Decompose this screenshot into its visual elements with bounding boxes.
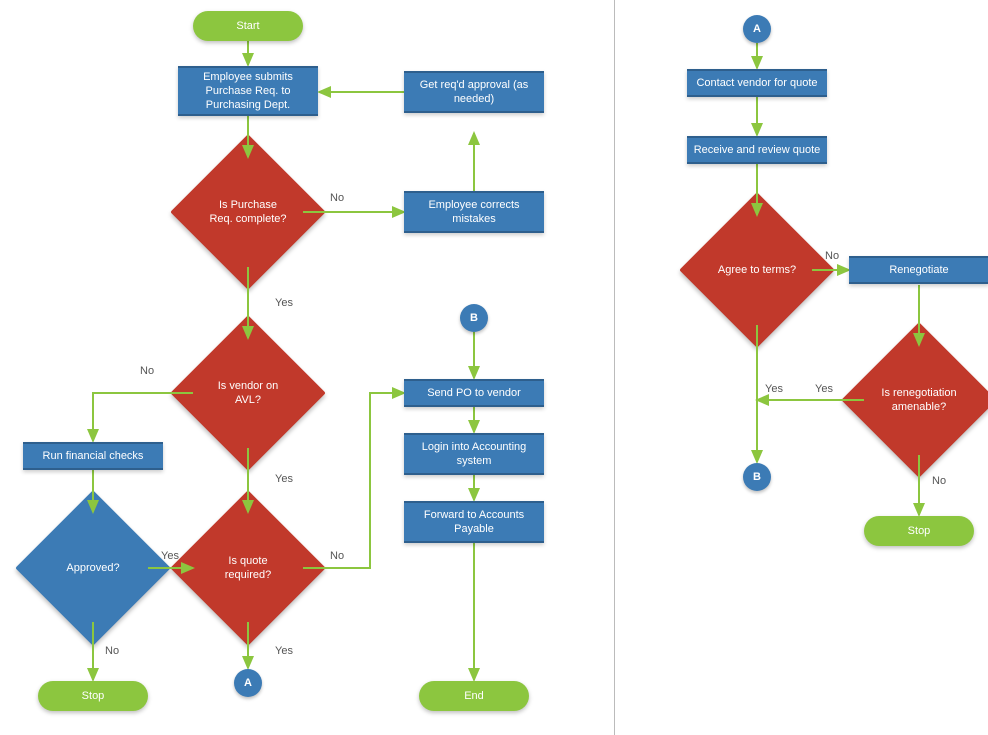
avl-decision: Is vendor on AVL? [193,338,303,448]
label: Contact vendor for quote [696,76,817,90]
stop2-terminator: Stop [864,516,974,546]
label: Receive and review quote [694,143,821,157]
label: B [470,311,478,325]
corrects-process: Employee corrects mistakes [404,191,544,233]
amenable-decision: Is renegotiation amenable? [864,345,974,455]
label: Stop [908,524,931,538]
label: Send PO to vendor [427,386,521,400]
reneg-process: Renegotiate [849,256,988,284]
label: Forward to Accounts Payable [408,508,540,537]
end-terminator: End [419,681,529,711]
agree-decision: Agree to terms? [702,215,812,325]
edge-label-no: No [105,645,119,657]
label: Get req'd approval (as needed) [408,78,540,107]
label: Start [236,19,259,33]
connector-b-out: B [743,463,771,491]
edge-label-yes: Yes [275,297,293,309]
label: Is quote required? [208,554,288,583]
label: B [753,470,761,484]
edge-label-no: No [932,475,946,487]
label: Stop [82,689,105,703]
label: Renegotiate [889,263,948,277]
edge-label-yes: Yes [275,473,293,485]
edge-label-yes: Yes [161,550,179,562]
submit-process: Employee submits Purchase Req. to Purcha… [178,66,318,116]
label: A [244,676,252,690]
complete-decision: Is Purchase Req. complete? [193,157,303,267]
edge-label-yes: Yes [275,645,293,657]
label: Employee corrects mistakes [408,198,540,227]
edge-label-no: No [330,192,344,204]
connector-a-in: A [743,15,771,43]
getapproval-process: Get req'd approval (as needed) [404,71,544,113]
financial-process: Run financial checks [23,442,163,470]
label: Login into Accounting system [408,440,540,469]
pane-divider [614,0,615,735]
label: Is vendor on AVL? [208,379,288,408]
edge-label-no: No [330,550,344,562]
approved-decision: Approved? [38,513,148,623]
quote-decision: Is quote required? [193,513,303,623]
label: Agree to terms? [718,263,796,277]
label: Approved? [66,561,119,575]
edge-label-yes: Yes [815,383,833,395]
stop1-terminator: Stop [38,681,148,711]
login-process: Login into Accounting system [404,433,544,475]
label: Is renegotiation amenable? [879,386,959,415]
edge-label-no: No [140,365,154,377]
label: End [464,689,484,703]
edge-label-yes: Yes [765,383,783,395]
connector-a-out: A [234,669,262,697]
connector-b-in: B [460,304,488,332]
edge-label-no: No [825,250,839,262]
start-terminator: Start [193,11,303,41]
label: A [753,22,761,36]
label: Run financial checks [43,449,144,463]
receive-process: Receive and review quote [687,136,827,164]
contact-process: Contact vendor for quote [687,69,827,97]
forward-process: Forward to Accounts Payable [404,501,544,543]
label: Employee submits Purchase Req. to Purcha… [182,70,314,113]
sendpo-process: Send PO to vendor [404,379,544,407]
label: Is Purchase Req. complete? [208,198,288,227]
